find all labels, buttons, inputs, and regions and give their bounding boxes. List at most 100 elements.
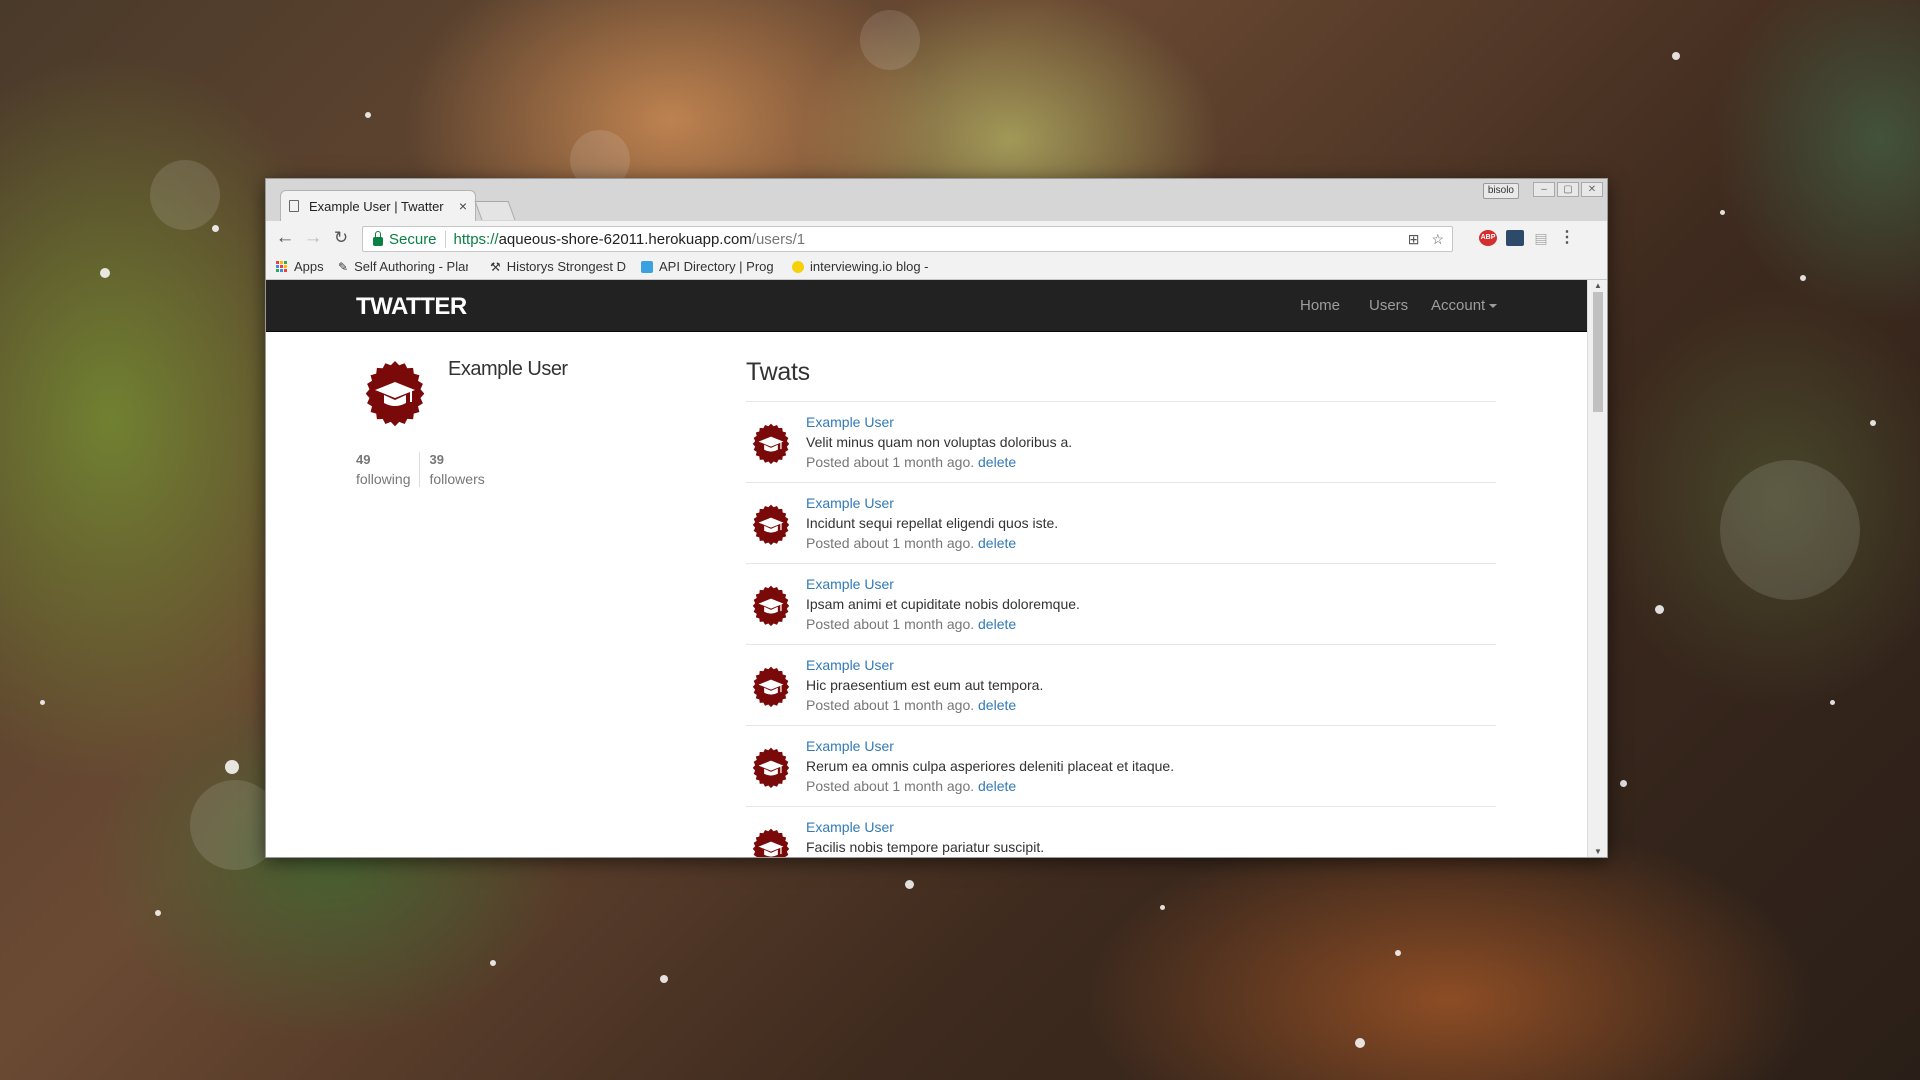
followers-label: followers <box>429 471 485 487</box>
following-count: 49 <box>356 452 371 467</box>
twat-posted-text: Posted about 1 month ago. <box>806 454 975 470</box>
tab-strip: Example User | Twatter × bisolo – ▢ ✕ <box>266 179 1607 221</box>
twats-list: Example User Velit minus quam non volupt… <box>746 401 1496 857</box>
pen-icon: ✎ <box>338 259 349 274</box>
twat-item: Example User Ipsam animi et cupiditate n… <box>746 564 1496 645</box>
bookmark-star-icon[interactable]: ☆ <box>1431 231 1444 248</box>
bookmarks-bar: Apps ✎ Self Authoring - Plan ⚒ Historys … <box>266 255 1607 280</box>
url-path: /users/1 <box>751 230 806 248</box>
twat-content: Rerum ea omnis culpa asperiores deleniti… <box>806 758 1175 774</box>
lock-icon <box>373 230 383 246</box>
secure-label: Secure <box>389 230 446 248</box>
graduation-cap-icon <box>752 504 790 546</box>
twat-avatar[interactable] <box>748 828 794 857</box>
site-logo[interactable]: TWATTER <box>356 293 467 321</box>
url-scheme: https:// <box>453 230 499 248</box>
nav-users-link[interactable]: Users <box>1369 297 1408 314</box>
maximize-window-button[interactable]: ▢ <box>1557 182 1579 197</box>
twat-delete-link[interactable]: delete <box>978 778 1016 794</box>
twat-user-link[interactable]: Example User <box>806 819 894 835</box>
twats-heading: Twats <box>746 358 810 386</box>
followers-stat[interactable]: 39 followers <box>419 452 493 487</box>
scroll-up-arrow-icon[interactable]: ▲ <box>1588 281 1607 290</box>
twat-avatar[interactable] <box>748 666 794 712</box>
bookmark-label: Historys Strongest D <box>506 259 626 274</box>
eye-icon <box>792 260 804 273</box>
puzzle-icon <box>641 260 653 273</box>
browser-menu-icon[interactable]: ⋮ <box>1558 230 1576 246</box>
followers-count: 39 <box>429 452 444 467</box>
graduation-cap-icon <box>752 747 790 789</box>
bookmark-historys-strongest[interactable]: ⚒ Historys Strongest D <box>490 259 626 274</box>
forward-button[interactable]: → <box>302 227 324 249</box>
browser-window: Example User | Twatter × bisolo – ▢ ✕ ← … <box>265 178 1608 858</box>
twat-user-link[interactable]: Example User <box>806 414 894 430</box>
close-tab-icon[interactable]: × <box>459 198 467 214</box>
graduation-cap-icon <box>752 828 790 857</box>
adblock-extension-icon[interactable]: ABP <box>1479 230 1497 246</box>
profile-stats: 49 following 39 followers <box>356 452 494 487</box>
nav-home-link[interactable]: Home <box>1300 297 1340 314</box>
bookmark-interviewing-io[interactable]: interviewing.io blog - <box>792 259 932 274</box>
twat-posted-text: Posted about 1 month ago. <box>806 697 975 713</box>
twat-item: Example User Facilis nobis tempore paria… <box>746 807 1496 857</box>
twat-content: Facilis nobis tempore pariatur suscipit. <box>806 839 1045 855</box>
twat-item: Example User Hic praesentium est eum aut… <box>746 645 1496 726</box>
new-tab-button[interactable] <box>474 201 516 220</box>
twat-user-link[interactable]: Example User <box>806 576 894 592</box>
back-button[interactable]: ← <box>274 227 296 249</box>
twat-timestamp: Posted about 1 month ago. delete <box>806 454 1016 470</box>
bookmark-self-authoring[interactable]: ✎ Self Authoring - Plan <box>338 259 468 274</box>
bookmark-api-directory[interactable]: API Directory | Prog <box>641 259 781 274</box>
scroll-thumb[interactable] <box>1593 292 1603 412</box>
twat-timestamp: Posted about 1 month ago. delete <box>806 616 1016 632</box>
browser-tab[interactable]: Example User | Twatter × <box>280 190 476 221</box>
translate-icon[interactable]: ⊞ <box>1408 231 1420 248</box>
nav-account-dropdown[interactable]: Account <box>1431 297 1498 314</box>
scroll-down-arrow-icon[interactable]: ▼ <box>1588 847 1607 856</box>
close-window-button[interactable]: ✕ <box>1581 182 1603 197</box>
apps-grid-icon <box>276 260 288 273</box>
following-stat[interactable]: 49 following <box>356 452 419 487</box>
twat-item: Example User Incidunt sequi repellat eli… <box>746 483 1496 564</box>
bookmark-label: Apps <box>294 259 324 274</box>
graduation-cap-icon <box>365 361 425 427</box>
twat-content: Velit minus quam non voluptas doloribus … <box>806 434 1073 450</box>
profile-avatar <box>358 360 432 434</box>
page-viewport: TWATTER Home Users Account Example User … <box>266 280 1587 857</box>
page-scrollbar[interactable]: ▲ ▼ <box>1587 280 1607 857</box>
reload-button[interactable]: ↻ <box>330 227 352 249</box>
twat-timestamp: Posted about 1 month ago. delete <box>806 778 1016 794</box>
twat-user-link[interactable]: Example User <box>806 738 894 754</box>
bookmark-label: interviewing.io blog - <box>810 259 929 274</box>
following-label: following <box>356 471 411 487</box>
twat-item: Example User Velit minus quam non volupt… <box>746 402 1496 483</box>
twat-timestamp: Posted about 1 month ago. delete <box>806 697 1016 713</box>
twat-content: Incidunt sequi repellat eligendi quos is… <box>806 515 1059 531</box>
twat-posted-text: Posted about 1 month ago. <box>806 778 975 794</box>
twat-delete-link[interactable]: delete <box>978 616 1016 632</box>
twat-delete-link[interactable]: delete <box>978 454 1016 470</box>
bookmark-label: API Directory | Prog <box>659 259 774 274</box>
twat-delete-link[interactable]: delete <box>978 697 1016 713</box>
url-host: aqueous-shore-62011.herokuapp.com <box>498 230 752 248</box>
profile-name: Example User <box>448 358 568 380</box>
twat-avatar[interactable] <box>748 585 794 631</box>
minimize-window-button[interactable]: – <box>1533 182 1555 197</box>
twat-avatar[interactable] <box>748 504 794 550</box>
twat-user-link[interactable]: Example User <box>806 657 894 673</box>
twat-content: Hic praesentium est eum aut tempora. <box>806 677 1044 693</box>
address-bar[interactable]: Secure https://aqueous-shore-62011.herok… <box>362 226 1453 252</box>
graduation-cap-icon <box>752 666 790 708</box>
extension-icon[interactable] <box>1506 230 1524 246</box>
twat-posted-text: Posted about 1 month ago. <box>806 616 975 632</box>
browser-toolbar: ← → ↻ Secure https://aqueous-shore-62011… <box>266 221 1607 255</box>
twat-avatar[interactable] <box>748 423 794 469</box>
twat-user-link[interactable]: Example User <box>806 495 894 511</box>
twat-avatar[interactable] <box>748 747 794 793</box>
printer-extension-icon[interactable]: ▤ <box>1532 230 1550 246</box>
twat-delete-link[interactable]: delete <box>978 535 1016 551</box>
twat-posted-text: Posted about 1 month ago. <box>806 535 975 551</box>
tab-title: Example User | Twatter <box>309 198 444 214</box>
bookmark-apps[interactable]: Apps <box>276 259 324 274</box>
